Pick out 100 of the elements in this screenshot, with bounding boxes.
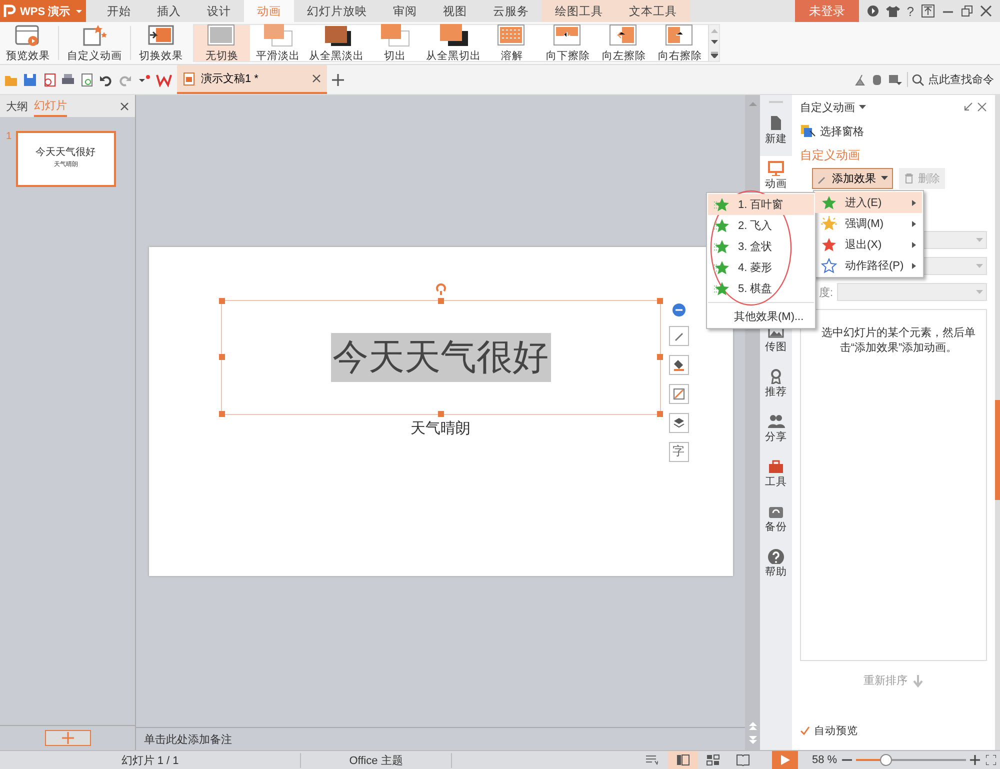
transition-option[interactable]: 溶解 [484,25,540,61]
resize-handle[interactable] [218,410,224,416]
sidebar-item[interactable]: 推荐 [760,364,792,403]
fill-button[interactable] [668,354,688,374]
close-icon[interactable] [977,102,987,112]
shape-style-button[interactable] [668,326,688,346]
menu-item[interactable]: 3. 盒状 [708,236,814,257]
sidebar-item[interactable]: 帮助 [760,544,792,583]
transition-option[interactable]: 平滑淡出 [250,25,306,61]
panel-tab[interactable]: 大纲 [6,96,28,116]
menu-item[interactable]: 动作路径(P) [815,255,922,276]
outline-button[interactable] [668,384,688,404]
new-tab-icon[interactable] [332,74,344,86]
transition-option[interactable]: 向下擦除 [540,25,596,61]
slide-title: 今天天气很好 [330,332,550,382]
close-icon[interactable] [980,5,992,17]
reorder-label: 重新排序 [864,674,908,688]
fit-window-icon[interactable] [986,755,996,765]
caret-icon [881,176,888,181]
help-button[interactable]: ? [906,4,914,18]
selection-pane-link[interactable]: 选择窗格 [800,123,987,139]
resize-handle[interactable] [656,298,662,304]
resize-handle[interactable] [218,354,224,360]
sidebar-item[interactable]: 备份 [760,499,792,538]
slide-number: 1 [6,131,12,142]
search-icon [912,74,924,86]
ribbon-tab[interactable]: 文本工具 [616,0,690,22]
menu-item[interactable]: 1. 百叶窗 [708,194,814,215]
resize-handle[interactable] [438,298,444,304]
play-button[interactable] [772,751,798,769]
text-box[interactable]: 今天天气很好 [220,300,660,414]
sidebar-item[interactable]: 工具 [760,454,792,493]
sidebar-item[interactable]: 新建 [760,111,792,150]
zoom-in-icon[interactable] [970,755,980,765]
pane-title[interactable]: 自定义动画 [800,100,855,114]
ribbon-tab[interactable]: 开始 [94,0,144,22]
ribbon-tab[interactable]: 云服务 [480,0,542,22]
save-icon[interactable] [23,72,37,86]
ribbon-tab[interactable]: 绘图工具 [542,0,616,22]
close-icon[interactable] [120,102,129,110]
ribbon-button[interactable]: 切换效果 [133,22,189,64]
menu-item[interactable]: 5. 棋盘 [708,278,814,299]
minus-circle-icon[interactable] [672,302,686,316]
resize-handle[interactable] [656,410,662,416]
menu-item[interactable]: 4. 菱形 [708,257,814,278]
sidebar-item[interactable]: 分享 [760,409,792,448]
transition-option[interactable]: 无切换 [194,25,250,61]
box-dropdown-icon[interactable] [888,74,902,86]
ribbon-button[interactable]: 预览效果 [0,22,56,64]
menu-item[interactable]: 其他效果(M)... [708,306,814,327]
caret-icon[interactable] [859,104,866,110]
scroll-down-icon[interactable] [710,40,718,45]
resize-handle[interactable] [218,298,224,304]
panel-toggle-handle[interactable] [995,400,1000,500]
text-tool-button[interactable]: 字 [668,442,688,462]
star-icon [714,218,730,234]
resize-handle[interactable] [656,354,662,360]
dock-arrow-icon[interactable] [963,102,973,112]
menu-item[interactable]: 进入(E) [815,192,922,213]
auto-preview-checkbox[interactable]: 自动预览 [800,724,858,738]
ribbon-tab[interactable]: 视图 [430,0,480,22]
export-pdf-icon[interactable] [42,72,56,86]
rotate-handle-icon[interactable] [434,282,446,294]
close-icon[interactable] [312,74,321,83]
print-preview-icon[interactable] [80,72,94,86]
menu-item[interactable]: 退出(X) [815,234,922,255]
slide-counter: 幻灯片 1 / 1 [120,754,180,768]
view-button[interactable] [668,751,698,769]
checkmark-icon [800,726,810,736]
circle-icon[interactable] [866,5,879,17]
add-effect-button[interactable]: 添加效果 [812,168,893,189]
layers-button[interactable] [668,412,688,432]
ribbon-button[interactable]: 自定义动画 [61,22,128,64]
upload-window-icon[interactable] [921,4,935,18]
transition-option[interactable]: 从全黑切出 [423,25,484,61]
sort-lines-icon[interactable] [646,755,658,765]
zoom-slider-thumb[interactable] [880,754,892,766]
command-search-field[interactable]: 点此查找命令 [907,72,1000,87]
shirt-icon[interactable] [886,5,900,17]
transition-option[interactable]: 向左擦除 [596,25,652,61]
menu-item[interactable]: 2. 飞入 [708,215,814,236]
ribbon-tab[interactable]: 幻灯片放映 [294,0,380,22]
ribbon-tab[interactable]: 插入 [144,0,194,22]
sidebar-item[interactable]: 动画 [760,156,792,195]
restore-icon[interactable] [961,5,973,17]
expand-gallery-icon[interactable] [710,52,718,58]
document-tab[interactable]: 演示文稿1 * [177,65,327,94]
ribbon-tab[interactable]: 设计 [194,0,244,22]
notes-field[interactable]: 单击此处添加备注 [136,727,745,750]
star-outline-icon [821,258,837,274]
wps-logo-icon[interactable] [156,72,172,86]
ribbon-tab[interactable]: 审阅 [380,0,430,22]
transition-option[interactable]: 向右擦除 [652,25,708,61]
star-icon [821,236,837,252]
resize-handle[interactable] [438,410,444,416]
print-icon[interactable] [61,72,75,86]
transition-option[interactable]: 从全黑淡出 [306,25,367,61]
menu-item[interactable]: 强调(M) [815,213,922,234]
transition-option[interactable]: 切出 [367,25,423,61]
slideshow-icon [767,160,785,176]
